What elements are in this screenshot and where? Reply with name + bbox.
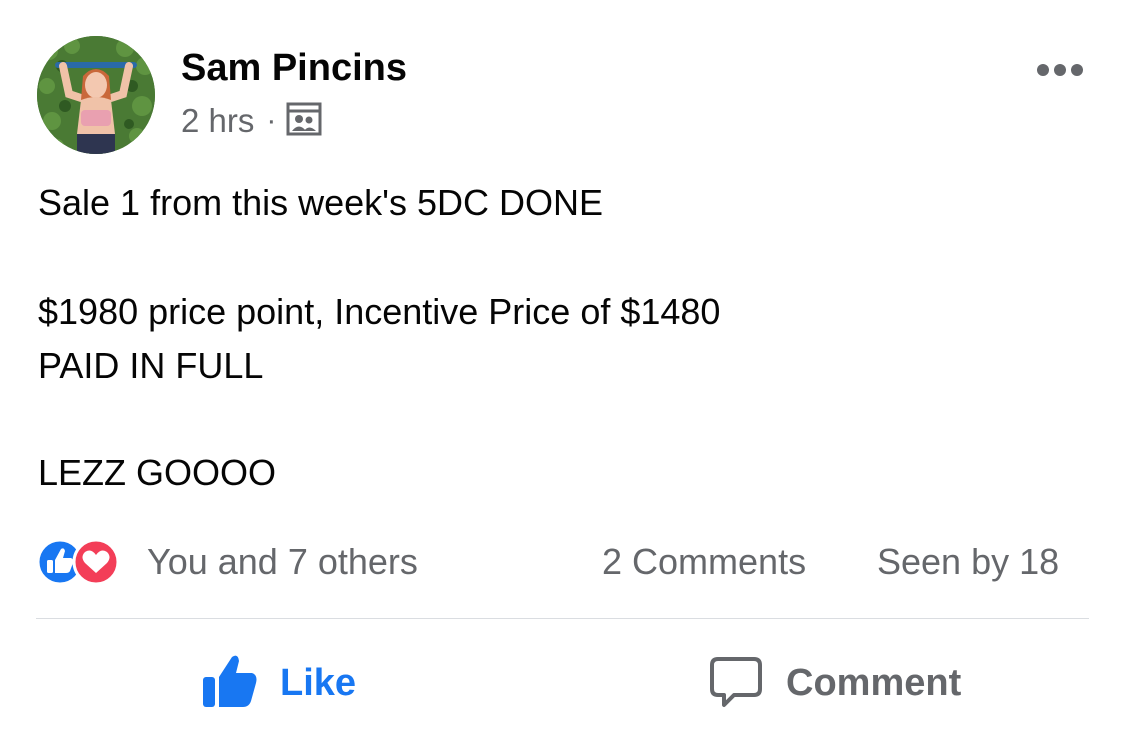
thumbs-up-icon: [200, 653, 260, 714]
reactions-count[interactable]: You and 7 others: [147, 538, 418, 586]
comments-count[interactable]: 2 Comments: [602, 538, 806, 586]
like-button[interactable]: Like: [200, 648, 356, 718]
divider: [36, 618, 1089, 619]
post-text-line: $1980 price point, Incentive Price of $1…: [38, 291, 721, 332]
avatar[interactable]: [37, 36, 155, 154]
post-text-line: LEZZ GOOOO: [38, 452, 277, 493]
reaction-icons[interactable]: [36, 537, 136, 587]
more-options-icon[interactable]: [1037, 64, 1083, 76]
post-text-line: PAID IN FULL: [38, 345, 264, 386]
like-label: Like: [280, 661, 357, 704]
post-timestamp[interactable]: 2 hrs: [181, 102, 254, 140]
comment-button[interactable]: Comment: [708, 648, 961, 718]
meta-separator: ·: [266, 104, 277, 137]
post-text-line: Sale 1 from this week's 5DC DONE: [38, 182, 604, 223]
love-reaction-icon: [72, 538, 120, 586]
comment-label: Comment: [786, 661, 962, 704]
group-audience-icon[interactable]: [286, 101, 322, 142]
seen-by-count[interactable]: Seen by 18: [877, 538, 1059, 586]
post-meta: 2 hrs ·: [181, 100, 322, 142]
author-name[interactable]: Sam Pincins: [181, 44, 407, 92]
comment-bubble-icon: [708, 653, 764, 714]
